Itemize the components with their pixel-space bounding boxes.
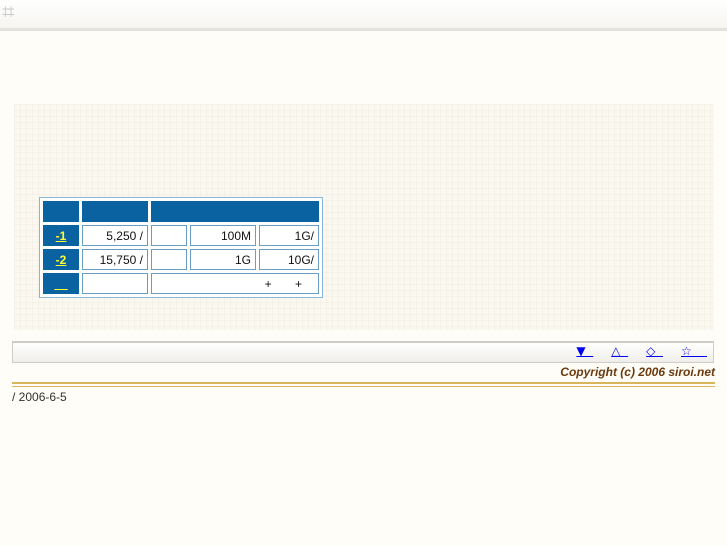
table-row: -2 15,750 / 1G 10G/ <box>43 249 319 270</box>
transfer-cell: 10G/ <box>259 249 319 270</box>
blank-cell <box>82 273 148 294</box>
hash-logo-icon: ⌗ <box>2 0 15 25</box>
table-row: -1 5,250 / 100M 1G/ <box>43 225 319 246</box>
table-header-row <box>43 201 319 222</box>
nav-links: ▼ △ ◇ ☆ <box>558 344 707 358</box>
price-cell: 5,250 / <box>82 225 148 246</box>
capacity-cell: 1G <box>190 249 256 270</box>
blank-cell <box>151 225 187 246</box>
price-table: -1 5,250 / 100M 1G/ -2 15,750 / 1G 10G/ … <box>39 197 323 298</box>
plan-link-2[interactable]: -2 <box>56 253 67 267</box>
capacity-cell: 100M <box>190 225 256 246</box>
update-date: / 2006-6-5 <box>12 390 67 404</box>
plan-cell <box>43 273 79 294</box>
footer-rule-thin <box>12 386 715 387</box>
plan-cell: -1 <box>43 225 79 246</box>
panel-link[interactable] <box>170 168 200 182</box>
nav-link-star[interactable]: ☆ <box>681 344 707 358</box>
note-cell: + + <box>151 273 319 294</box>
footer-link[interactable] <box>54 277 67 291</box>
nav-link-down-triangle[interactable]: ▼ <box>576 344 593 358</box>
footer-rule <box>12 382 715 384</box>
plan-cell: -2 <box>43 249 79 270</box>
nav-bar: ▼ △ ◇ ☆ <box>12 341 714 363</box>
top-bar: ⌗ <box>0 0 727 31</box>
blank-cell <box>151 249 187 270</box>
table-header-cell <box>43 201 79 222</box>
nav-link-diamond[interactable]: ◇ <box>646 344 663 358</box>
price-cell: 15,750 / <box>82 249 148 270</box>
copyright-text: Copyright (c) 2006 siroi.net <box>560 365 715 379</box>
transfer-cell: 1G/ <box>259 225 319 246</box>
nav-link-up-triangle[interactable]: △ <box>611 344 628 358</box>
table-header-cell <box>151 201 319 222</box>
plan-link-1[interactable]: -1 <box>56 229 67 243</box>
table-footer-row: + + <box>43 273 319 294</box>
table-header-cell <box>82 201 148 222</box>
